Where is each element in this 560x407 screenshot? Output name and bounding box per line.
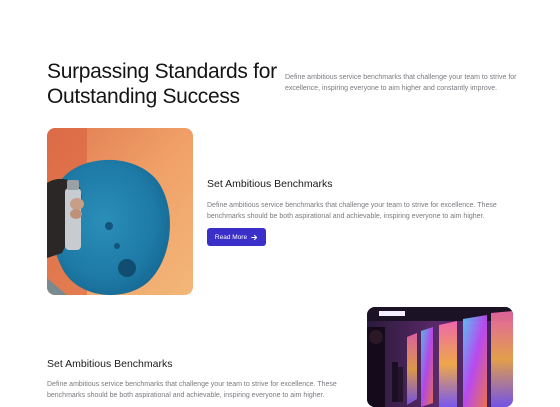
feature-title: Set Ambitious Benchmarks	[47, 358, 173, 370]
neon-gallery-image	[367, 307, 513, 407]
read-more-label: Read More	[214, 233, 248, 241]
feature-title: Set Ambitious Benchmarks	[207, 178, 333, 190]
hero-description: Define ambitious service benchmarks that…	[285, 74, 517, 92]
read-more-button[interactable]: Read More	[207, 228, 266, 246]
feature-description: Define ambitious service benchmarks that…	[207, 202, 497, 220]
graffiti-mural-image	[47, 128, 193, 295]
feature-description: Define ambitious service benchmarks that…	[47, 381, 337, 399]
arrow-right-icon	[251, 234, 258, 241]
hero-title: Surpassing Standards for Outstanding Suc…	[47, 60, 277, 108]
